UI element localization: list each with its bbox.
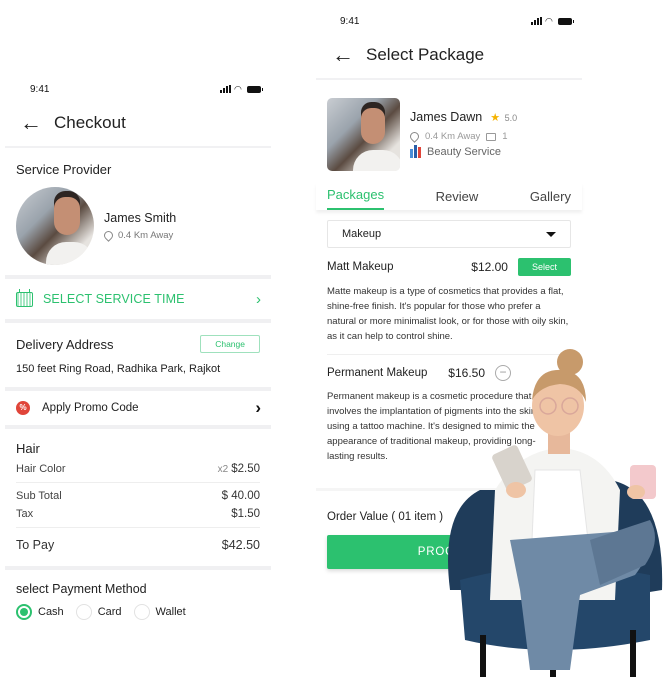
provider-card: James Dawn ★ 5.0 0.4 Km Away 1 Beauty Se… xyxy=(316,80,582,183)
option-label: Cash xyxy=(38,606,64,618)
package-description: Permanent makeup is a cosmetic procedure… xyxy=(327,391,537,462)
provider-name: James Dawn xyxy=(410,110,483,124)
status-time: 9:41 xyxy=(30,83,50,95)
to-pay-value: $42.50 xyxy=(221,538,260,552)
apply-promo-code-button[interactable]: % Apply Promo Code › xyxy=(5,391,271,425)
sub-total-label: Sub Total xyxy=(16,490,62,502)
app-bar: ← Select Package xyxy=(316,32,582,80)
bill-category: Hair xyxy=(16,441,40,456)
status-bar: 9:41 ◠ xyxy=(5,78,271,100)
change-address-button[interactable]: Change xyxy=(200,335,260,353)
payment-method-title: select Payment Method xyxy=(16,582,147,596)
delivery-address-title: Delivery Address xyxy=(16,336,114,352)
beauty-tools-icon xyxy=(410,145,421,158)
select-package-screen: 9:41 ◠ ← Select Package James Dawn ★ 5.0… xyxy=(316,10,582,569)
tab-packages[interactable]: Packages xyxy=(327,187,385,210)
status-bar: 9:41 ◠ xyxy=(316,10,582,32)
location-pin-icon xyxy=(102,229,115,242)
provider-avatar xyxy=(16,187,94,265)
package-title: Matt Makeup xyxy=(327,261,394,273)
tax-label: Tax xyxy=(16,508,34,520)
select-package-button[interactable]: Select xyxy=(517,258,571,276)
tax-row: Tax $1.50 xyxy=(16,505,260,523)
tab-gallery[interactable]: Gallery xyxy=(530,189,571,210)
provider-avatar xyxy=(327,98,400,171)
option-label: Wallet xyxy=(155,606,186,618)
discount-badge-icon: % xyxy=(16,401,30,415)
wifi-icon: ◠ xyxy=(234,84,242,94)
checkout-screen: 9:41 ◠ ← Checkout Service Provider James… xyxy=(5,78,271,620)
service-provider-label: Service Provider xyxy=(16,162,112,177)
package-item: Matt Makeup $12.00 Select Matte makeup i… xyxy=(316,248,582,354)
order-value: Order Value ( 01 item ) xyxy=(316,488,582,535)
promo-label: Apply Promo Code xyxy=(42,402,139,414)
to-pay-row: To Pay $42.50 xyxy=(16,532,260,560)
select-service-time-label: SELECT SERVICE TIME xyxy=(43,292,185,306)
bill-item-qty: x2 xyxy=(217,464,229,475)
select-service-time-button[interactable]: SELECT SERVICE TIME › xyxy=(5,279,271,319)
package-price: $12.00 xyxy=(471,260,508,274)
chevron-right-icon: › xyxy=(256,290,261,308)
option-label: Card xyxy=(97,606,122,618)
sub-total-value: $ 40.00 xyxy=(221,490,260,502)
page-title: Checkout xyxy=(54,113,126,132)
package-price: $16.50 xyxy=(448,366,485,380)
signal-icon xyxy=(531,17,542,25)
radio-card[interactable] xyxy=(75,604,92,620)
payment-options: Cash Card Wallet xyxy=(5,604,271,620)
back-arrow-icon[interactable]: ← xyxy=(20,112,42,134)
package-description: Matte makeup is a type of cosmetics that… xyxy=(327,286,569,342)
provider-service: Beauty Service xyxy=(427,145,501,158)
battery-icon xyxy=(247,85,263,93)
signal-icon xyxy=(220,85,231,93)
page-title: Select Package xyxy=(366,45,485,64)
provider-card: James Smith 0.4 Km Away xyxy=(5,185,271,275)
calendar-icon xyxy=(16,288,33,307)
location-pin-icon xyxy=(408,130,421,143)
delivery-address-text: 150 feet Ring Road, Radhika Park, Rajkot xyxy=(16,363,221,375)
radio-wallet[interactable] xyxy=(133,604,150,620)
bill-item-price: $2.50 xyxy=(231,463,260,475)
category-dropdown[interactable]: Makeup xyxy=(327,220,571,248)
back-arrow-icon[interactable]: ← xyxy=(332,44,354,66)
bill-summary: Hair Hair Color x2 $2.50 Sub Total $ 40.0… xyxy=(5,429,271,566)
package-title: Permanent Makeup xyxy=(327,367,428,379)
sub-total-row: Sub Total $ 40.00 xyxy=(16,487,260,505)
app-bar: ← Checkout xyxy=(5,100,271,148)
bill-item-name: Hair Color xyxy=(16,463,66,475)
category-dropdown-value: Makeup xyxy=(342,228,382,240)
remove-package-button[interactable]: − xyxy=(495,365,511,381)
tab-review[interactable]: Review xyxy=(436,189,479,210)
radio-cash[interactable] xyxy=(16,604,32,620)
status-time: 9:41 xyxy=(340,15,360,27)
provider-rating: 5.0 xyxy=(504,113,518,123)
proceed-button[interactable]: PROCEED xyxy=(327,535,571,569)
provider-jobs: 1 xyxy=(502,131,508,142)
briefcase-icon xyxy=(486,132,497,141)
wifi-icon: ◠ xyxy=(545,16,553,26)
provider-distance: 0.4 Km Away xyxy=(425,131,481,142)
provider-name: James Smith xyxy=(104,211,177,225)
tax-value: $1.50 xyxy=(231,508,260,520)
bill-item-row: Hair Color x2 $2.50 xyxy=(16,460,260,478)
battery-icon xyxy=(558,17,574,25)
chevron-right-icon: › xyxy=(255,398,261,417)
tab-bar: Packages Review Gallery xyxy=(316,183,582,210)
caret-down-icon xyxy=(546,231,556,237)
to-pay-label: To Pay xyxy=(16,538,55,552)
star-icon: ★ xyxy=(490,112,501,124)
provider-distance: 0.4 Km Away xyxy=(118,230,174,241)
package-item: Permanent Makeup $16.50 − Permanent make… xyxy=(316,355,582,474)
